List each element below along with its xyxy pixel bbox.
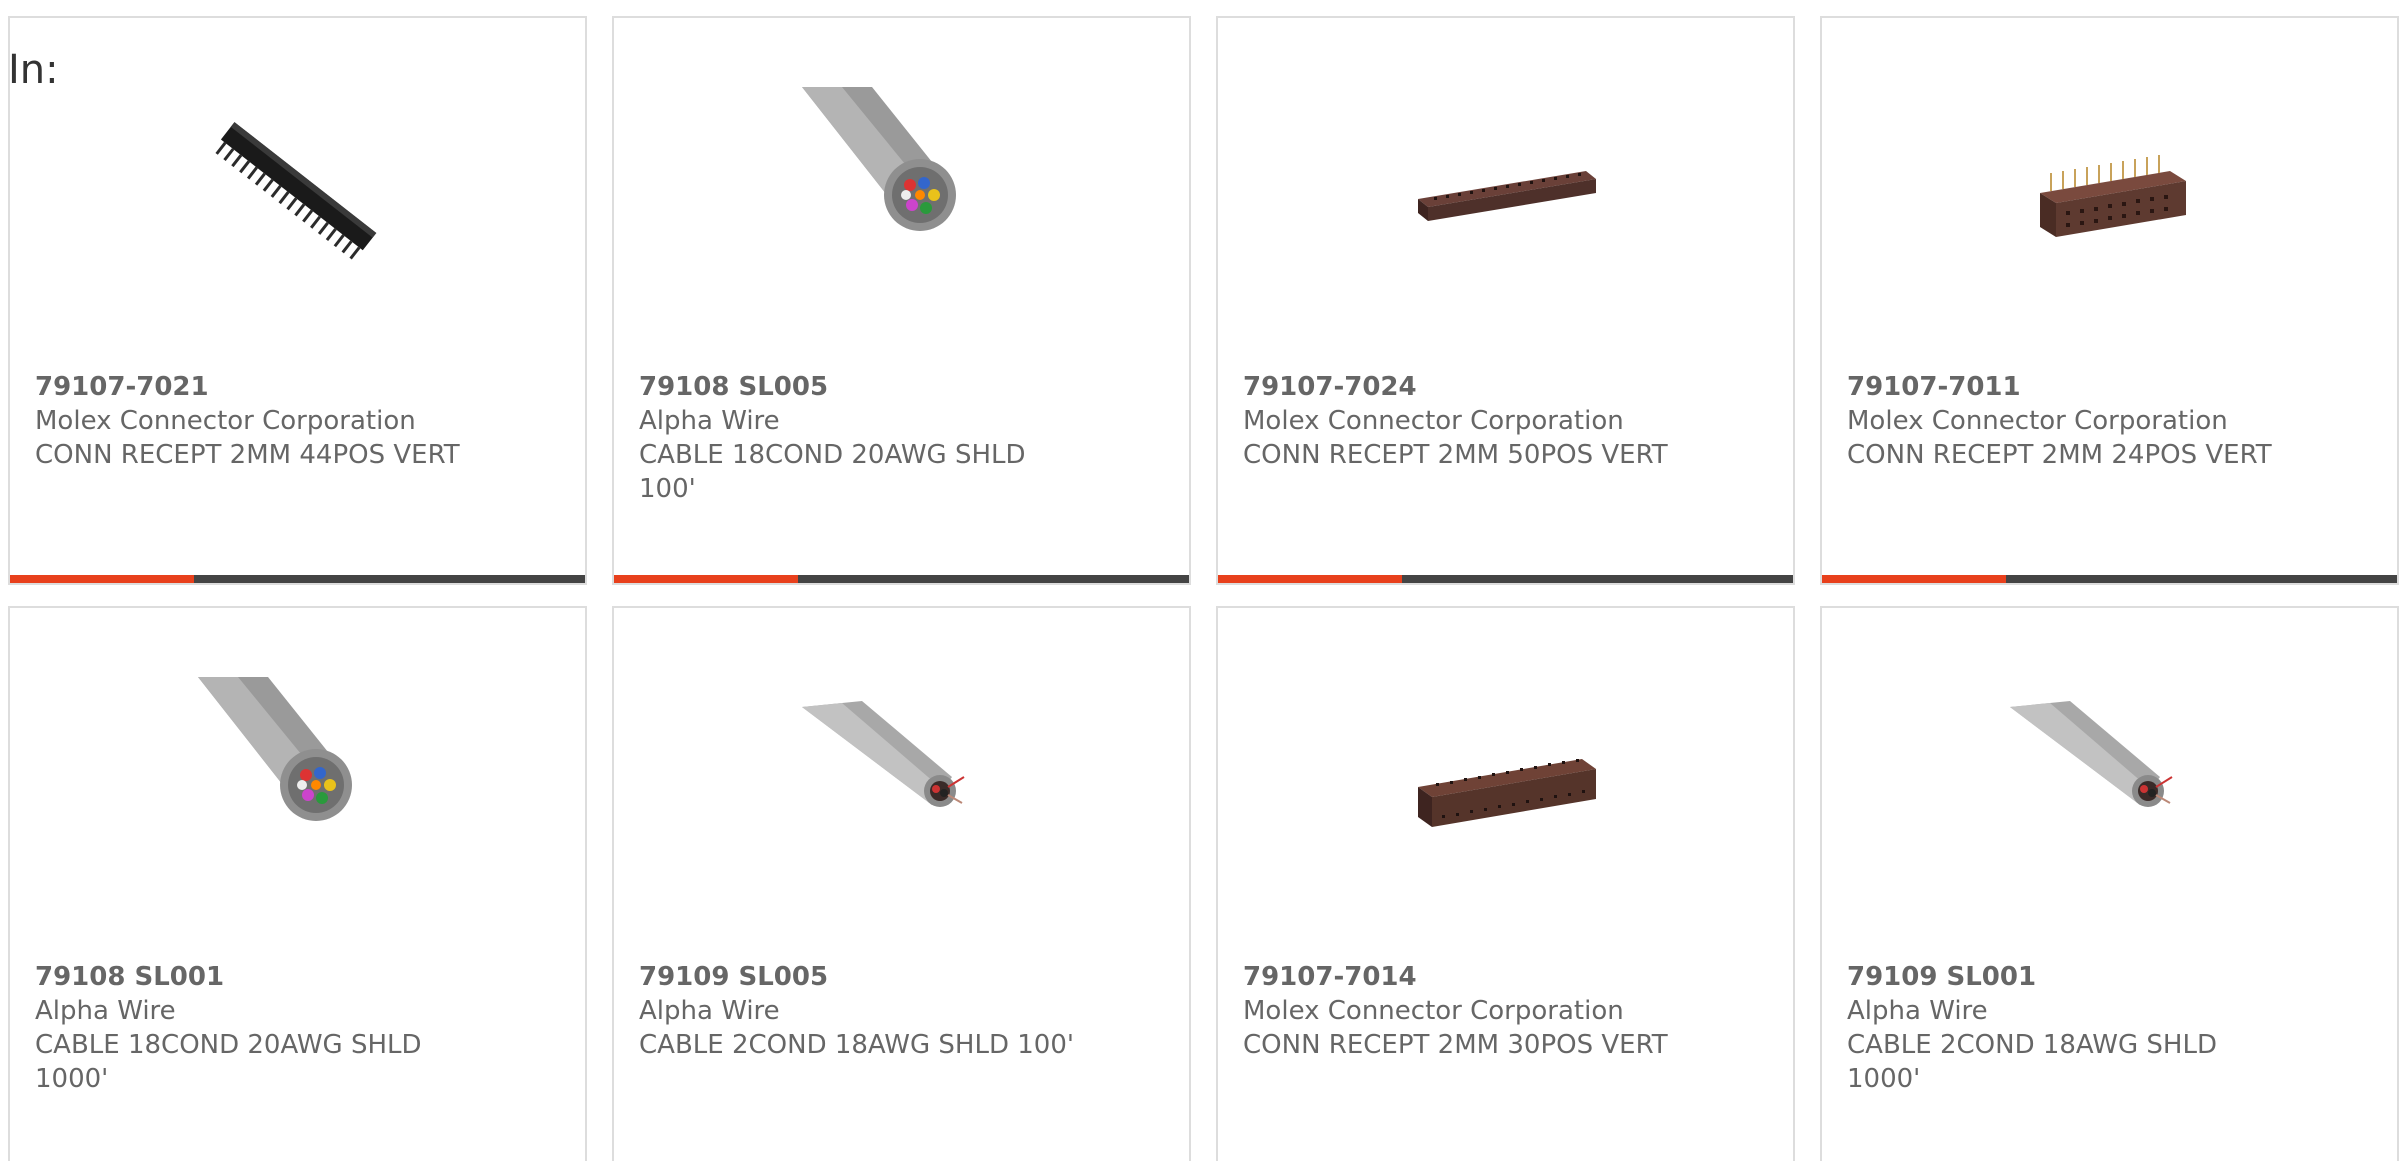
connector-block-icon[interactable] <box>2009 87 2210 287</box>
description: CONN RECEPT 2MM 50POS VERT <box>1243 440 1668 470</box>
manufacturer: Alpha Wire <box>1847 996 1988 1026</box>
part-number-link[interactable]: 79108 SL005 <box>639 370 1164 404</box>
product-info: 79109 SL001 Alpha Wire CABLE 2COND 18AWG… <box>1847 960 2372 1096</box>
part-number-link[interactable]: 79107-7021 <box>35 370 560 404</box>
part-number-link[interactable]: 79108 SL001 <box>35 960 560 994</box>
part-number-link[interactable]: 79107-7024 <box>1243 370 1768 404</box>
product-info: 79107-7024 Molex Connector Corporation C… <box>1243 370 1768 472</box>
product-info: 79108 SL005 Alpha Wire CABLE 18COND 20AW… <box>639 370 1164 506</box>
twocore-cable-icon[interactable] <box>2009 677 2210 877</box>
product-card[interactable]: 79107-7024 Molex Connector Corporation C… <box>1216 16 1795 585</box>
multicore-cable-icon[interactable] <box>197 677 398 877</box>
description: CONN RECEPT 2MM 24POS VERT <box>1847 440 2272 470</box>
connector-strip-icon[interactable] <box>1405 87 1606 287</box>
card-progress-bar <box>1822 575 2397 583</box>
card-progress-bar <box>1218 575 1793 583</box>
card-progress-bar <box>10 575 585 583</box>
filter-label: In: <box>8 47 59 93</box>
description: CABLE 2COND 18AWG SHLD 100' <box>639 1030 1075 1060</box>
manufacturer: Alpha Wire <box>639 406 780 436</box>
multicore-cable-icon[interactable] <box>801 87 1002 287</box>
description: CABLE 18COND 20AWG SHLD 1000' <box>35 1030 422 1094</box>
product-card[interactable]: 79109 SL005 Alpha Wire CABLE 2COND 18AWG… <box>612 606 1191 1161</box>
product-card[interactable]: 79107-7021 Molex Connector Corporation C… <box>8 16 587 585</box>
manufacturer: Molex Connector Corporation <box>1243 996 1624 1026</box>
product-card[interactable]: 79107-7014 Molex Connector Corporation C… <box>1216 606 1795 1161</box>
card-progress-fill <box>10 575 194 583</box>
manufacturer: Molex Connector Corporation <box>1243 406 1624 436</box>
part-number-link[interactable]: 79107-7011 <box>1847 370 2372 404</box>
part-number-link[interactable]: 79109 SL005 <box>639 960 1164 994</box>
manufacturer: Molex Connector Corporation <box>35 406 416 436</box>
twocore-cable-icon[interactable] <box>801 677 1002 877</box>
product-card[interactable]: 79109 SL001 Alpha Wire CABLE 2COND 18AWG… <box>1820 606 2399 1161</box>
product-card[interactable]: 79107-7011 Molex Connector Corporation C… <box>1820 16 2399 585</box>
card-progress-fill <box>1822 575 2006 583</box>
connector-block-wide-icon[interactable] <box>1405 677 1606 877</box>
manufacturer: Alpha Wire <box>639 996 780 1026</box>
connector-diagonal-icon[interactable] <box>197 87 398 287</box>
product-info: 79108 SL001 Alpha Wire CABLE 18COND 20AW… <box>35 960 560 1096</box>
product-grid-page: In: 79107-7021 Molex Connector Corporati… <box>0 0 2400 1161</box>
card-progress-bar <box>614 575 1189 583</box>
manufacturer: Alpha Wire <box>35 996 176 1026</box>
product-info: 79107-7011 Molex Connector Corporation C… <box>1847 370 2372 472</box>
description: CONN RECEPT 2MM 44POS VERT <box>35 440 460 470</box>
product-info: 79107-7021 Molex Connector Corporation C… <box>35 370 560 472</box>
card-progress-fill <box>1218 575 1402 583</box>
part-number-link[interactable]: 79109 SL001 <box>1847 960 2372 994</box>
description: CABLE 2COND 18AWG SHLD 1000' <box>1847 1030 2217 1094</box>
product-info: 79109 SL005 Alpha Wire CABLE 2COND 18AWG… <box>639 960 1164 1062</box>
card-progress-fill <box>614 575 798 583</box>
product-card[interactable]: 79108 SL005 Alpha Wire CABLE 18COND 20AW… <box>612 16 1191 585</box>
description: CONN RECEPT 2MM 30POS VERT <box>1243 1030 1668 1060</box>
manufacturer: Molex Connector Corporation <box>1847 406 2228 436</box>
part-number-link[interactable]: 79107-7014 <box>1243 960 1768 994</box>
description: CABLE 18COND 20AWG SHLD 100' <box>639 440 1026 504</box>
product-info: 79107-7014 Molex Connector Corporation C… <box>1243 960 1768 1062</box>
product-card[interactable]: 79108 SL001 Alpha Wire CABLE 18COND 20AW… <box>8 606 587 1161</box>
